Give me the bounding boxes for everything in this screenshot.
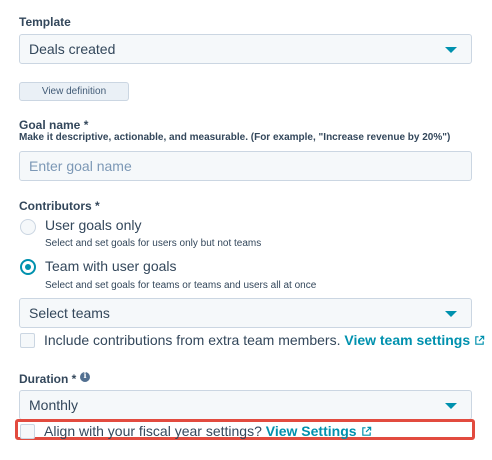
external-link-icon — [475, 335, 485, 345]
caret-down-icon — [445, 47, 457, 53]
caret-down-icon — [445, 311, 457, 317]
view-definition-button[interactable]: View definition — [19, 82, 129, 101]
contributors-label: Contributors * — [19, 199, 100, 213]
duration-select[interactable]: Monthly — [19, 390, 472, 420]
duration-label: Duration * — [19, 372, 77, 386]
radio-user-goals-only-help: Select and set goals for users only but … — [45, 238, 262, 249]
select-teams-dropdown[interactable]: Select teams — [19, 298, 472, 328]
goal-name-help: Make it descriptive, actionable, and mea… — [19, 132, 451, 143]
radio-user-goals-only[interactable] — [20, 219, 36, 235]
include-extra-members-row: Include contributions from extra team me… — [44, 332, 485, 348]
goal-name-input[interactable] — [19, 151, 472, 181]
include-extra-members-checkbox[interactable] — [20, 333, 35, 348]
view-settings-link[interactable]: View Settings — [266, 423, 372, 439]
caret-down-icon — [445, 403, 457, 409]
fiscal-year-row: Align with your fiscal year settings? Vi… — [44, 423, 372, 439]
view-team-settings-text: View team settings — [344, 332, 471, 348]
template-select[interactable]: Deals created — [19, 34, 472, 64]
radio-team-with-user-goals-help: Select and set goals for teams or teams … — [45, 280, 317, 291]
radio-team-with-user-goals-label[interactable]: Team with user goals — [45, 258, 177, 274]
template-label: Template — [19, 15, 71, 29]
duration-selected-value: Monthly — [29, 397, 79, 413]
view-team-settings-link[interactable]: View team settings — [344, 332, 485, 348]
external-link-icon — [361, 426, 371, 436]
radio-user-goals-only-label[interactable]: User goals only — [45, 217, 142, 233]
fiscal-year-label[interactable]: Align with your fiscal year settings? — [44, 423, 262, 439]
select-teams-placeholder: Select teams — [29, 305, 110, 321]
include-extra-members-label[interactable]: Include contributions from extra team me… — [44, 332, 340, 348]
radio-team-with-user-goals[interactable] — [20, 259, 36, 275]
fiscal-year-checkbox[interactable] — [20, 424, 35, 439]
view-settings-text: View Settings — [265, 423, 357, 439]
template-selected-value: Deals created — [29, 41, 116, 57]
info-icon[interactable] — [80, 370, 90, 382]
goal-name-label: Goal name * — [19, 118, 89, 132]
